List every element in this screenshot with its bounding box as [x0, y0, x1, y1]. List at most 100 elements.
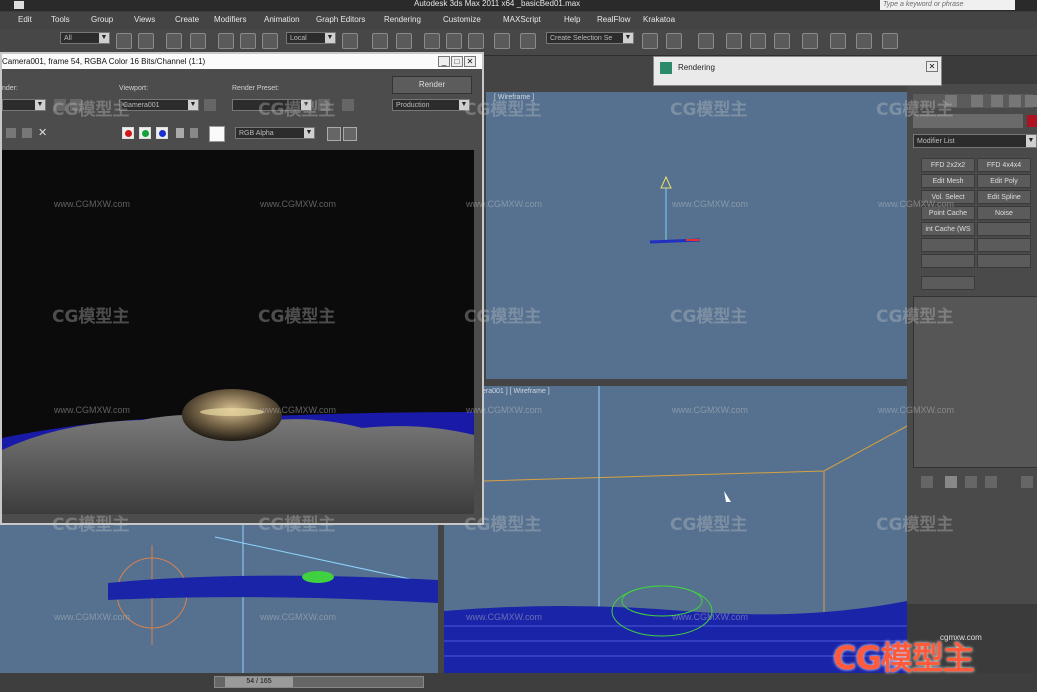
- render-production-icon[interactable]: [882, 33, 898, 49]
- mirror-icon[interactable]: [642, 33, 658, 49]
- snap-toggle-icon[interactable]: [424, 33, 440, 49]
- modifier-button-edit-poly[interactable]: Edit Poly: [977, 174, 1031, 188]
- modifier-button-ffd2[interactable]: FFD 2x2x2: [921, 158, 975, 172]
- align-icon[interactable]: [666, 33, 682, 49]
- keyboard-shortcut-icon[interactable]: [396, 33, 412, 49]
- rotate-icon[interactable]: [240, 33, 256, 49]
- render-button[interactable]: Render: [392, 76, 472, 94]
- named-selection-dropdown[interactable]: Create Selection Se ▼: [546, 32, 634, 44]
- hierarchy-tab-icon[interactable]: [971, 95, 983, 107]
- menu-views[interactable]: Views: [134, 15, 155, 24]
- selection-filter-dropdown[interactable]: All ▼: [60, 32, 110, 44]
- green-channel-toggle[interactable]: [139, 127, 151, 139]
- configure-sets-icon[interactable]: [1021, 476, 1033, 488]
- viewport-top-right[interactable]: [ Wireframe ]: [486, 92, 907, 379]
- toggle-ui-overlay-icon[interactable]: [327, 127, 341, 141]
- modifier-button-empty[interactable]: [977, 238, 1031, 252]
- utilities-tab-icon[interactable]: [1025, 95, 1037, 107]
- clear-icon[interactable]: ✕: [38, 126, 47, 139]
- spinner-snap-icon[interactable]: [494, 33, 510, 49]
- schematic-view-icon[interactable]: [774, 33, 790, 49]
- percent-snap-icon[interactable]: [468, 33, 484, 49]
- copy-image-icon[interactable]: [22, 128, 32, 138]
- rendered-frame-window-icon[interactable]: [856, 33, 872, 49]
- menu-group[interactable]: Group: [91, 15, 113, 24]
- motion-tab-icon[interactable]: [991, 95, 1003, 107]
- menu-edit[interactable]: Edit: [18, 15, 32, 24]
- select-object-icon[interactable]: [116, 33, 132, 49]
- save-image-icon[interactable]: [6, 128, 16, 138]
- viewport-dropdown[interactable]: Camera001 ▼: [119, 99, 199, 111]
- menu-customize[interactable]: Customize: [443, 15, 481, 24]
- menu-tools[interactable]: Tools: [51, 15, 70, 24]
- close-icon[interactable]: ✕: [464, 56, 476, 67]
- toggle-ui-icon[interactable]: [343, 127, 357, 141]
- environment-effects-icon[interactable]: [342, 99, 354, 111]
- modifier-button-empty[interactable]: [977, 254, 1031, 268]
- show-end-result-icon[interactable]: [945, 476, 957, 488]
- display-tab-icon[interactable]: [1009, 95, 1021, 107]
- render-setup-icon[interactable]: [830, 33, 846, 49]
- menu-modifiers[interactable]: Modifiers: [214, 15, 246, 24]
- reference-coordinate-dropdown[interactable]: Local ▼: [286, 32, 336, 44]
- modifier-button-empty[interactable]: [921, 254, 975, 268]
- swatch-color-box[interactable]: [209, 126, 225, 142]
- object-color-swatch[interactable]: [1027, 115, 1037, 127]
- viewport-bottom-left[interactable]: [0, 525, 438, 674]
- rendered-frame-window: Camera001, frame 54, RGBA Color 16 Bits/…: [0, 52, 484, 525]
- modifier-button-empty[interactable]: [977, 222, 1031, 236]
- menu-create[interactable]: Create: [175, 15, 199, 24]
- maximize-icon[interactable]: □: [451, 56, 463, 67]
- time-slider[interactable]: 54 / 165: [214, 676, 424, 688]
- watermark-brand: CG模型主: [258, 515, 336, 535]
- menu-animation[interactable]: Animation: [264, 15, 300, 24]
- modifier-list-dropdown[interactable]: Modifier List ▼: [913, 134, 1037, 148]
- red-channel-toggle[interactable]: [122, 127, 134, 139]
- production-dropdown[interactable]: Production ▼: [392, 99, 470, 111]
- time-slider-thumb[interactable]: 54 / 165: [225, 677, 293, 687]
- edit-named-selection-icon[interactable]: [520, 33, 536, 49]
- menu-maxscript[interactable]: MAXScript: [503, 15, 541, 24]
- modifier-button-empty[interactable]: [921, 238, 975, 252]
- menu-graph-editors[interactable]: Graph Editors: [316, 15, 365, 24]
- app-logo-icon[interactable]: [14, 1, 24, 9]
- close-icon[interactable]: ✕: [926, 61, 938, 72]
- menu-realflow[interactable]: RealFlow: [597, 15, 630, 24]
- graphite-ribbon-icon[interactable]: [726, 33, 742, 49]
- minimize-icon[interactable]: _: [438, 56, 450, 67]
- remove-modifier-icon[interactable]: [985, 476, 997, 488]
- menu-help[interactable]: Help: [564, 15, 580, 24]
- monochrome-icon[interactable]: [190, 128, 198, 138]
- modifier-button-noise[interactable]: Noise: [977, 206, 1031, 220]
- layer-manager-icon[interactable]: [698, 33, 714, 49]
- scale-icon[interactable]: [262, 33, 278, 49]
- rect-selection-icon[interactable]: [166, 33, 182, 49]
- curve-editor-icon[interactable]: [750, 33, 766, 49]
- material-editor-icon[interactable]: [802, 33, 818, 49]
- move-icon[interactable]: [218, 33, 234, 49]
- modifier-button-edit-spline[interactable]: Edit Spline: [977, 190, 1031, 204]
- display-channel-dropdown[interactable]: RGB Alpha ▼: [235, 127, 315, 139]
- modifier-button-point-cache-ws[interactable]: int Cache (WS: [921, 222, 975, 236]
- angle-snap-icon[interactable]: [446, 33, 462, 49]
- blue-channel-toggle[interactable]: [156, 127, 168, 139]
- make-unique-icon[interactable]: [965, 476, 977, 488]
- select-manipulate-icon[interactable]: [372, 33, 388, 49]
- pin-stack-icon[interactable]: [921, 476, 933, 488]
- render-preset-label: Render Preset:: [232, 85, 280, 92]
- alpha-channel-icon[interactable]: [176, 128, 184, 138]
- watermark-brand: CG模型主: [258, 307, 336, 327]
- window-crossing-icon[interactable]: [190, 33, 206, 49]
- modifier-button-ffd4[interactable]: FFD 4x4x4: [977, 158, 1031, 172]
- lock-viewport-icon[interactable]: [204, 99, 216, 111]
- quick-access-toolbar[interactable]: [30, 1, 90, 9]
- area-to-render-dropdown[interactable]: ▼: [2, 99, 46, 111]
- select-by-name-icon[interactable]: [138, 33, 154, 49]
- menu-rendering[interactable]: Rendering: [384, 15, 421, 24]
- modifier-button-empty[interactable]: [921, 276, 975, 290]
- menu-krakatoa[interactable]: Krakatoa: [643, 15, 675, 24]
- help-search-input[interactable]: Type a keyword or phrase: [880, 0, 1015, 10]
- pivot-center-icon[interactable]: [342, 33, 358, 49]
- modifier-button-edit-mesh[interactable]: Edit Mesh: [921, 174, 975, 188]
- watermark-url: www.CGMXW.com: [466, 612, 543, 622]
